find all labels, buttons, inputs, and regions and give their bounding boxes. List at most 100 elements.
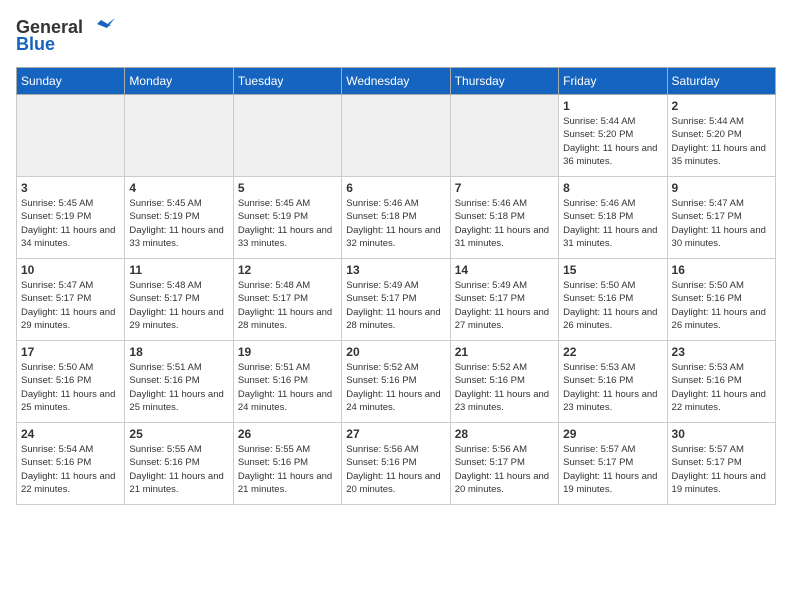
day-number: 6 bbox=[346, 181, 445, 195]
calendar-cell: 29 Sunrise: 5:57 AM Sunset: 5:17 PM Dayli… bbox=[559, 423, 667, 505]
weekday-header-thursday: Thursday bbox=[450, 68, 558, 95]
day-info: Sunrise: 5:49 AM Sunset: 5:17 PM Dayligh… bbox=[346, 279, 445, 332]
day-number: 7 bbox=[455, 181, 554, 195]
day-info: Sunrise: 5:56 AM Sunset: 5:17 PM Dayligh… bbox=[455, 443, 554, 496]
day-number: 21 bbox=[455, 345, 554, 359]
day-info: Sunrise: 5:51 AM Sunset: 5:16 PM Dayligh… bbox=[129, 361, 228, 414]
day-number: 18 bbox=[129, 345, 228, 359]
calendar-cell: 30 Sunrise: 5:57 AM Sunset: 5:17 PM Dayli… bbox=[667, 423, 775, 505]
day-info: Sunrise: 5:47 AM Sunset: 5:17 PM Dayligh… bbox=[672, 197, 771, 250]
day-info: Sunrise: 5:50 AM Sunset: 5:16 PM Dayligh… bbox=[563, 279, 662, 332]
day-info: Sunrise: 5:56 AM Sunset: 5:16 PM Dayligh… bbox=[346, 443, 445, 496]
weekday-header-wednesday: Wednesday bbox=[342, 68, 450, 95]
day-number: 13 bbox=[346, 263, 445, 277]
calendar-cell: 26 Sunrise: 5:55 AM Sunset: 5:16 PM Dayli… bbox=[233, 423, 341, 505]
weekday-header-tuesday: Tuesday bbox=[233, 68, 341, 95]
day-info: Sunrise: 5:45 AM Sunset: 5:19 PM Dayligh… bbox=[21, 197, 120, 250]
day-info: Sunrise: 5:55 AM Sunset: 5:16 PM Dayligh… bbox=[238, 443, 337, 496]
calendar-cell: 6Sunrise: 5:46 AM Sunset: 5:18 PM Daylig… bbox=[342, 177, 450, 259]
logo: General Blue bbox=[16, 16, 115, 55]
day-number: 15 bbox=[563, 263, 662, 277]
day-number: 10 bbox=[21, 263, 120, 277]
page-header: General Blue bbox=[16, 16, 776, 55]
day-number: 19 bbox=[238, 345, 337, 359]
calendar-cell bbox=[17, 95, 125, 177]
day-number: 12 bbox=[238, 263, 337, 277]
day-number: 29 bbox=[563, 427, 662, 441]
calendar-cell bbox=[125, 95, 233, 177]
calendar-week-2: 3 Sunrise: 5:45 AM Sunset: 5:19 PM Daylig… bbox=[17, 177, 776, 259]
calendar-table: SundayMondayTuesdayWednesdayThursdayFrid… bbox=[16, 67, 776, 505]
weekday-header-saturday: Saturday bbox=[667, 68, 775, 95]
day-number: 24 bbox=[21, 427, 120, 441]
weekday-header-friday: Friday bbox=[559, 68, 667, 95]
calendar-cell: 10Sunrise: 5:47 AM Sunset: 5:17 PM Dayli… bbox=[17, 259, 125, 341]
day-info: Sunrise: 5:48 AM Sunset: 5:17 PM Dayligh… bbox=[129, 279, 228, 332]
calendar-week-1: 1 Sunrise: 5:44 AM Sunset: 5:20 PM Daylig… bbox=[17, 95, 776, 177]
weekday-header-monday: Monday bbox=[125, 68, 233, 95]
calendar-cell bbox=[450, 95, 558, 177]
day-info: Sunrise: 5:57 AM Sunset: 5:17 PM Dayligh… bbox=[563, 443, 662, 496]
calendar-cell: 23Sunrise: 5:53 AM Sunset: 5:16 PM Dayli… bbox=[667, 341, 775, 423]
logo-bird-icon bbox=[87, 16, 115, 38]
day-info: Sunrise: 5:52 AM Sunset: 5:16 PM Dayligh… bbox=[455, 361, 554, 414]
day-number: 4 bbox=[129, 181, 228, 195]
calendar-cell: 22Sunrise: 5:53 AM Sunset: 5:16 PM Dayli… bbox=[559, 341, 667, 423]
calendar-cell: 21 Sunrise: 5:52 AM Sunset: 5:16 PM Dayli… bbox=[450, 341, 558, 423]
day-info: Sunrise: 5:50 AM Sunset: 5:16 PM Dayligh… bbox=[672, 279, 771, 332]
day-info: Sunrise: 5:44 AM Sunset: 5:20 PM Dayligh… bbox=[672, 115, 771, 168]
day-number: 28 bbox=[455, 427, 554, 441]
day-number: 8 bbox=[563, 181, 662, 195]
logo-text-blue: Blue bbox=[16, 34, 55, 55]
calendar-cell: 13 Sunrise: 5:49 AM Sunset: 5:17 PM Dayli… bbox=[342, 259, 450, 341]
day-info: Sunrise: 5:46 AM Sunset: 5:18 PM Dayligh… bbox=[563, 197, 662, 250]
calendar-cell: 14 Sunrise: 5:49 AM Sunset: 5:17 PM Dayli… bbox=[450, 259, 558, 341]
day-number: 14 bbox=[455, 263, 554, 277]
calendar-cell: 7 Sunrise: 5:46 AM Sunset: 5:18 PM Daylig… bbox=[450, 177, 558, 259]
day-info: Sunrise: 5:53 AM Sunset: 5:16 PM Dayligh… bbox=[672, 361, 771, 414]
calendar-cell: 8 Sunrise: 5:46 AM Sunset: 5:18 PM Daylig… bbox=[559, 177, 667, 259]
day-number: 30 bbox=[672, 427, 771, 441]
calendar-cell: 19 Sunrise: 5:51 AM Sunset: 5:16 PM Dayli… bbox=[233, 341, 341, 423]
calendar-cell bbox=[233, 95, 341, 177]
day-number: 26 bbox=[238, 427, 337, 441]
calendar-cell: 9 Sunrise: 5:47 AM Sunset: 5:17 PM Daylig… bbox=[667, 177, 775, 259]
day-number: 11 bbox=[129, 263, 228, 277]
day-number: 5 bbox=[238, 181, 337, 195]
calendar-cell: 12 Sunrise: 5:48 AM Sunset: 5:17 PM Dayli… bbox=[233, 259, 341, 341]
day-info: Sunrise: 5:45 AM Sunset: 5:19 PM Dayligh… bbox=[238, 197, 337, 250]
calendar-week-4: 17Sunrise: 5:50 AM Sunset: 5:16 PM Dayli… bbox=[17, 341, 776, 423]
calendar-cell: 2 Sunrise: 5:44 AM Sunset: 5:20 PM Daylig… bbox=[667, 95, 775, 177]
day-number: 1 bbox=[563, 99, 662, 113]
day-info: Sunrise: 5:46 AM Sunset: 5:18 PM Dayligh… bbox=[455, 197, 554, 250]
day-info: Sunrise: 5:52 AM Sunset: 5:16 PM Dayligh… bbox=[346, 361, 445, 414]
day-info: Sunrise: 5:44 AM Sunset: 5:20 PM Dayligh… bbox=[563, 115, 662, 168]
day-number: 2 bbox=[672, 99, 771, 113]
day-number: 27 bbox=[346, 427, 445, 441]
day-number: 20 bbox=[346, 345, 445, 359]
calendar-cell: 24Sunrise: 5:54 AM Sunset: 5:16 PM Dayli… bbox=[17, 423, 125, 505]
calendar-cell: 16Sunrise: 5:50 AM Sunset: 5:16 PM Dayli… bbox=[667, 259, 775, 341]
calendar-cell: 28 Sunrise: 5:56 AM Sunset: 5:17 PM Dayli… bbox=[450, 423, 558, 505]
day-info: Sunrise: 5:51 AM Sunset: 5:16 PM Dayligh… bbox=[238, 361, 337, 414]
day-info: Sunrise: 5:49 AM Sunset: 5:17 PM Dayligh… bbox=[455, 279, 554, 332]
day-info: Sunrise: 5:53 AM Sunset: 5:16 PM Dayligh… bbox=[563, 361, 662, 414]
weekday-header-sunday: Sunday bbox=[17, 68, 125, 95]
calendar-week-5: 24Sunrise: 5:54 AM Sunset: 5:16 PM Dayli… bbox=[17, 423, 776, 505]
day-number: 9 bbox=[672, 181, 771, 195]
calendar-cell: 17Sunrise: 5:50 AM Sunset: 5:16 PM Dayli… bbox=[17, 341, 125, 423]
calendar-cell: 3 Sunrise: 5:45 AM Sunset: 5:19 PM Daylig… bbox=[17, 177, 125, 259]
day-info: Sunrise: 5:48 AM Sunset: 5:17 PM Dayligh… bbox=[238, 279, 337, 332]
calendar-cell: 5 Sunrise: 5:45 AM Sunset: 5:19 PM Daylig… bbox=[233, 177, 341, 259]
calendar-cell bbox=[342, 95, 450, 177]
calendar-cell: 25 Sunrise: 5:55 AM Sunset: 5:16 PM Dayli… bbox=[125, 423, 233, 505]
day-info: Sunrise: 5:50 AM Sunset: 5:16 PM Dayligh… bbox=[21, 361, 120, 414]
calendar-cell: 4Sunrise: 5:45 AM Sunset: 5:19 PM Daylig… bbox=[125, 177, 233, 259]
day-info: Sunrise: 5:57 AM Sunset: 5:17 PM Dayligh… bbox=[672, 443, 771, 496]
day-info: Sunrise: 5:55 AM Sunset: 5:16 PM Dayligh… bbox=[129, 443, 228, 496]
day-number: 25 bbox=[129, 427, 228, 441]
calendar-cell: 1 Sunrise: 5:44 AM Sunset: 5:20 PM Daylig… bbox=[559, 95, 667, 177]
calendar-header-row: SundayMondayTuesdayWednesdayThursdayFrid… bbox=[17, 68, 776, 95]
day-number: 3 bbox=[21, 181, 120, 195]
calendar-cell: 18 Sunrise: 5:51 AM Sunset: 5:16 PM Dayli… bbox=[125, 341, 233, 423]
